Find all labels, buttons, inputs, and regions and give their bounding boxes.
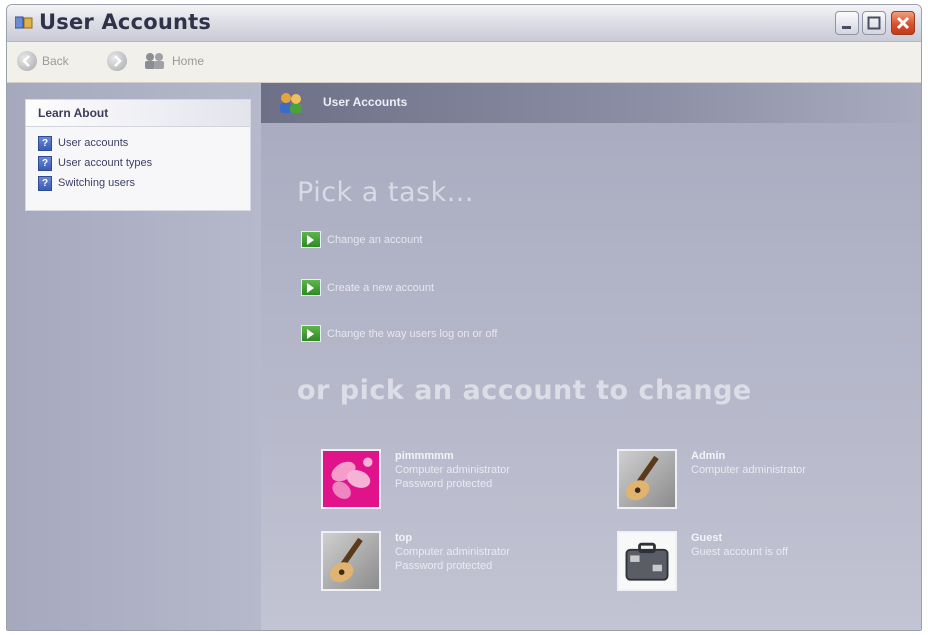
help-topic-icon: ? (38, 175, 52, 191)
pink-flower-icon (321, 449, 381, 509)
users-home-icon (145, 53, 164, 69)
main-content: User Accounts Pick a task... Change an a… (261, 83, 921, 630)
forward-button[interactable] (107, 50, 127, 72)
account-role: Computer administrator (691, 464, 806, 476)
account-name: top (395, 532, 413, 544)
account-tile-guest[interactable]: Guest Guest account is off (617, 531, 788, 591)
user-accounts-icon (280, 93, 302, 113)
learn-item-switching-users[interactable]: ? Switching users (38, 173, 250, 193)
learn-item-label: Switching users (58, 177, 136, 189)
close-button[interactable] (891, 11, 915, 35)
pick-task-heading: Pick a task... (297, 177, 474, 208)
learn-item-user-accounts[interactable]: ? User accounts (38, 133, 250, 153)
minimize-icon (842, 26, 851, 29)
learn-about-panel: Learn About ? User accounts ? User accou… (25, 99, 251, 211)
briefcase-icon (617, 531, 677, 591)
content-header-title: User Accounts (323, 95, 408, 109)
account-name: Admin (691, 450, 726, 462)
maximize-button[interactable] (862, 11, 886, 35)
window-title: User Accounts (39, 10, 212, 34)
guitar-icon (617, 449, 677, 509)
green-arrow-icon (301, 325, 321, 342)
user-accounts-window: User Accounts Back Home Learn About ? Us… (6, 4, 922, 631)
task-change-logon[interactable]: Change the way users log on or off (301, 325, 497, 342)
navigation-toolbar: Back Home (7, 42, 921, 83)
back-button[interactable]: Back (17, 50, 69, 72)
title-bar[interactable]: User Accounts (7, 5, 921, 42)
help-topic-icon: ? (38, 155, 52, 171)
account-tile-admin[interactable]: Admin Computer administrator (617, 449, 806, 509)
pick-account-heading: or pick an account to change (297, 375, 752, 406)
account-tile-pimmmmm[interactable]: pimmmmm Computer administrator Password … (321, 449, 510, 509)
forward-arrow-icon (107, 51, 127, 71)
back-label: Back (42, 54, 69, 68)
help-topic-icon: ? (38, 135, 52, 151)
account-role: Computer administrator (395, 464, 510, 476)
task-label: Change an account (327, 233, 423, 246)
close-icon (896, 16, 910, 30)
task-label: Change the way users log on or off (327, 327, 498, 340)
learn-item-user-account-types[interactable]: ? User account types (38, 153, 250, 173)
task-label: Create a new account (327, 281, 435, 294)
task-change-account[interactable]: Change an account (301, 231, 422, 248)
account-tile-top[interactable]: top Computer administrator Password prot… (321, 531, 510, 591)
task-create-account[interactable]: Create a new account (301, 279, 434, 296)
learn-about-heading: Learn About (26, 100, 250, 127)
account-role: Computer administrator (395, 546, 510, 558)
green-arrow-icon (301, 279, 321, 296)
content-header: User Accounts (261, 83, 921, 123)
learn-item-label: User account types (58, 157, 153, 169)
back-arrow-icon (17, 51, 37, 71)
account-status: Guest account is off (691, 546, 789, 558)
account-status: Password protected (395, 560, 493, 572)
maximize-icon (867, 16, 881, 30)
guitar-icon (321, 531, 381, 591)
learn-item-label: User accounts (58, 137, 129, 149)
user-accounts-app-icon (15, 16, 33, 29)
home-label: Home (172, 54, 205, 68)
account-name: Guest (691, 532, 723, 544)
minimize-button[interactable] (835, 11, 859, 35)
green-arrow-icon (301, 231, 321, 248)
account-name: pimmmmm (395, 450, 454, 462)
home-button[interactable]: Home (143, 50, 204, 72)
account-status: Password protected (395, 478, 493, 490)
left-task-pane: Learn About ? User accounts ? User accou… (7, 83, 261, 630)
